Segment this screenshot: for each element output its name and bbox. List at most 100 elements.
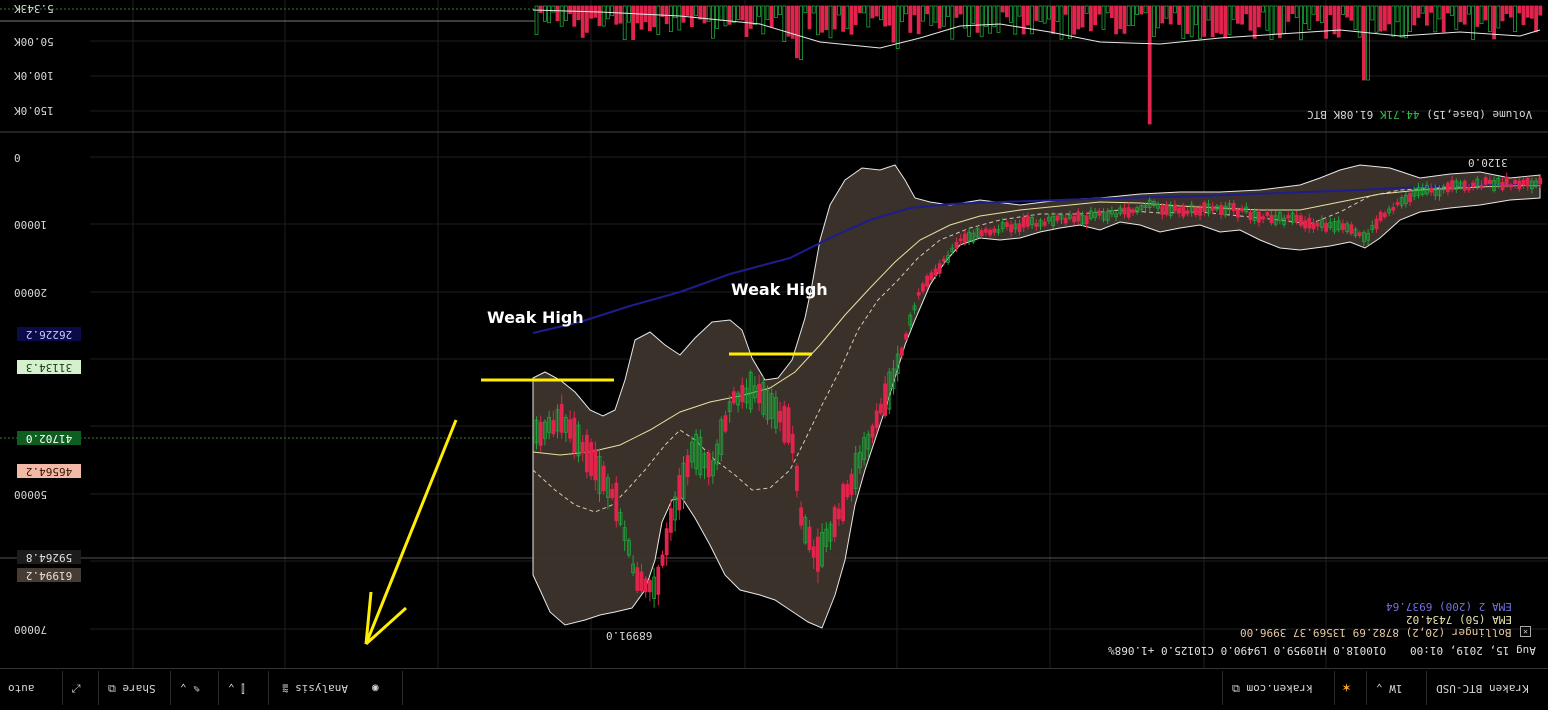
volume-bar bbox=[1135, 5, 1139, 16]
volume-bar bbox=[1357, 5, 1362, 38]
volume-bar bbox=[1353, 5, 1358, 31]
candle-body bbox=[1076, 211, 1081, 222]
candle-body bbox=[656, 566, 661, 595]
volume-bar bbox=[963, 5, 967, 29]
volume-bar bbox=[887, 5, 892, 26]
volume-bar bbox=[1513, 5, 1517, 33]
volume-bar bbox=[1441, 5, 1446, 33]
candle-body bbox=[984, 228, 988, 233]
candle-body bbox=[639, 571, 644, 592]
volume-bar bbox=[1194, 5, 1198, 26]
volume-bar bbox=[837, 5, 841, 16]
volume-bar bbox=[1349, 5, 1354, 21]
volume-bar bbox=[866, 5, 871, 28]
volume-bar bbox=[1105, 5, 1110, 14]
price-chart[interactable] bbox=[0, 0, 1548, 668]
volume-bar bbox=[1483, 5, 1488, 21]
volume-bar bbox=[1156, 5, 1160, 29]
volume-bar bbox=[1257, 5, 1261, 28]
volume-bar bbox=[1185, 5, 1190, 34]
volume-bar bbox=[942, 5, 946, 27]
draw-tools-button[interactable]: ✎ ⌄ bbox=[180, 677, 200, 699]
candle-body bbox=[757, 383, 761, 404]
candle-body bbox=[1269, 214, 1274, 224]
volume-bar bbox=[580, 5, 585, 38]
volume-bar bbox=[1315, 5, 1320, 22]
candle-body bbox=[1311, 222, 1316, 230]
candle-body bbox=[723, 415, 728, 432]
volume-bar bbox=[555, 5, 560, 22]
volume-bar bbox=[782, 5, 787, 42]
volume-bar bbox=[1521, 5, 1526, 26]
volume-bar bbox=[576, 5, 581, 20]
candle-body bbox=[1521, 179, 1526, 186]
candle-body bbox=[883, 383, 887, 416]
volume-header: Volume (base,15) 44.71K 61.08K BTC bbox=[1300, 108, 1532, 121]
volume-bar bbox=[916, 5, 921, 35]
candle-body bbox=[1509, 184, 1513, 188]
volume-bar bbox=[1265, 5, 1270, 31]
candle-body bbox=[1462, 180, 1467, 191]
volume-tick: 100.0K bbox=[14, 69, 54, 82]
candle-body bbox=[1017, 223, 1022, 232]
auto-label: auto bbox=[8, 682, 35, 695]
candles-icon: ⫿ bbox=[241, 682, 245, 695]
candle-body bbox=[1488, 179, 1492, 184]
price-badge-ema200: 26226.2 bbox=[17, 327, 81, 341]
candle-body bbox=[585, 434, 589, 473]
candle-body bbox=[1248, 211, 1253, 221]
price-badge-last: 41702.0 bbox=[17, 431, 81, 445]
candle-body bbox=[954, 241, 959, 248]
exchange-link[interactable]: kraken.com ⧉ bbox=[1232, 677, 1313, 699]
share-button[interactable]: Share ⧉ bbox=[108, 677, 156, 699]
interval-selector[interactable]: 1W ⌄ bbox=[1376, 677, 1403, 699]
visibility-button[interactable]: ◉ bbox=[372, 677, 379, 699]
volume-bar bbox=[719, 5, 724, 21]
volume-bar bbox=[774, 5, 778, 18]
price-badge-ema50: 46564.2 bbox=[17, 464, 81, 478]
candle-body bbox=[1219, 205, 1223, 215]
analysis-button[interactable]: Analysis ⩰ bbox=[282, 677, 348, 699]
volume-bar bbox=[1282, 5, 1286, 34]
candle-body bbox=[1429, 187, 1433, 193]
candle-body bbox=[1349, 224, 1354, 234]
volume-bar bbox=[786, 5, 791, 37]
chart-type-button[interactable]: ⫿ ⌄ bbox=[228, 677, 245, 699]
volume-bar bbox=[1324, 5, 1328, 39]
volume-bar bbox=[870, 5, 875, 19]
volume-bar bbox=[1093, 5, 1097, 26]
volume-bar bbox=[996, 5, 1001, 33]
candle-body bbox=[929, 272, 934, 281]
volume-bar bbox=[694, 5, 698, 17]
volume-bar bbox=[753, 5, 757, 25]
auto-toggle[interactable]: auto bbox=[8, 677, 35, 699]
candle-body bbox=[660, 554, 665, 566]
candle-body bbox=[1446, 182, 1450, 193]
candle-body bbox=[1131, 209, 1135, 213]
volume-bar bbox=[1198, 5, 1202, 39]
volume-bar bbox=[1147, 5, 1152, 125]
volume-bar bbox=[622, 5, 627, 41]
volume-bar bbox=[761, 5, 766, 35]
candle-body bbox=[1021, 216, 1026, 228]
volume-bar bbox=[1152, 5, 1156, 37]
candle-body bbox=[551, 420, 556, 435]
volume-bar bbox=[1307, 5, 1312, 30]
volume-bar bbox=[1433, 5, 1438, 33]
symbol-selector[interactable]: Kraken BTC-USD bbox=[1436, 677, 1529, 699]
volume-bar bbox=[635, 5, 640, 24]
volume-bar bbox=[736, 5, 740, 20]
candle-body bbox=[1173, 204, 1177, 212]
candle-body bbox=[1408, 192, 1412, 203]
favorite-button[interactable]: ✶ bbox=[1342, 677, 1351, 699]
expand-icon: ⤢ bbox=[72, 682, 81, 695]
candle-body bbox=[648, 580, 652, 593]
volume-bar bbox=[685, 5, 690, 16]
info-collapse-button[interactable]: ✕ bbox=[1520, 626, 1531, 637]
fullscreen-button[interactable]: ⤢ bbox=[72, 677, 81, 699]
volume-bar bbox=[1341, 5, 1345, 15]
arrow-annotation[interactable] bbox=[364, 419, 458, 646]
volume-bar bbox=[1538, 5, 1543, 16]
candle-body bbox=[1072, 216, 1076, 223]
candle-body bbox=[601, 465, 606, 492]
